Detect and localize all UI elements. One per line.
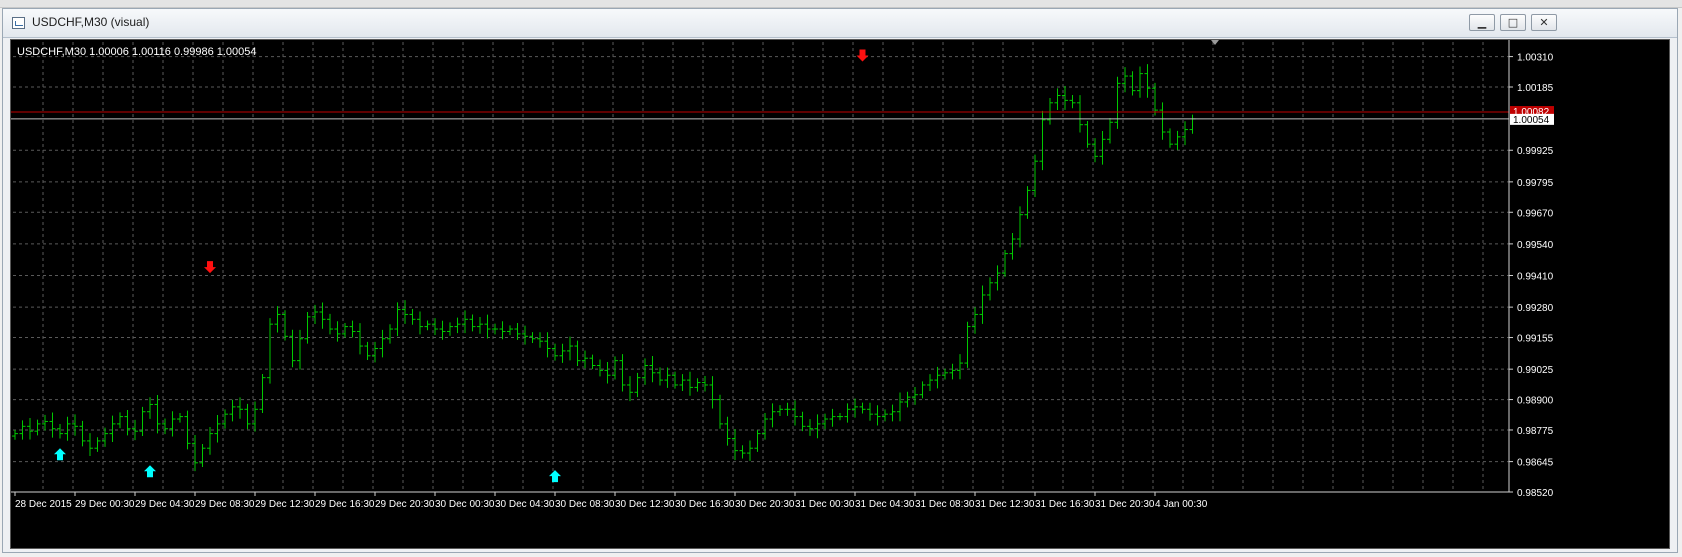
- y-tick-label: 1.00310: [1517, 53, 1554, 64]
- x-tick-label: 28 Dec 2015: [15, 499, 72, 510]
- x-tick-label: 30 Dec 20:30: [735, 499, 795, 510]
- x-tick-label: 31 Dec 08:30: [915, 499, 975, 510]
- y-tick-label: 0.99410: [1517, 272, 1554, 283]
- x-tick-label: 29 Dec 00:30: [75, 499, 135, 510]
- ask-price-label: 1.00054: [1513, 115, 1550, 126]
- y-tick-label: 0.99670: [1517, 208, 1554, 219]
- price-chart[interactable]: 1.00082 1.00054 1.00310 1.00185 0.99925 0.99…: [10, 39, 1670, 549]
- x-tick-label: 29 Dec 16:30: [315, 499, 375, 510]
- buy-arrow-icon: [549, 470, 561, 483]
- signal-arrows: [54, 49, 869, 483]
- x-tick-label: 4 Jan 00:30: [1155, 499, 1208, 510]
- sell-arrow-icon: [856, 49, 869, 62]
- desktop-strip: [0, 0, 1682, 8]
- chart-grid: [13, 42, 1509, 493]
- x-tick-label: 31 Dec 20:30: [1095, 499, 1155, 510]
- minimize-icon: ▁: [1477, 16, 1487, 29]
- x-tick-label: 30 Dec 00:30: [435, 499, 495, 510]
- x-tick-label: 31 Dec 12:30: [975, 499, 1035, 510]
- x-tick-label: 29 Dec 08:30: [195, 499, 255, 510]
- x-tick-label: 30 Dec 08:30: [555, 499, 615, 510]
- y-tick-label: 0.99025: [1517, 365, 1554, 376]
- buy-arrow-icon: [54, 448, 66, 461]
- window-title: USDCHF,M30 (visual): [32, 15, 150, 29]
- close-button[interactable]: ✕: [1531, 14, 1557, 31]
- y-tick-label: 0.99795: [1517, 178, 1554, 189]
- ohlc-bars: [12, 64, 1196, 472]
- chart-window[interactable]: USDCHF,M30 (visual) ▁ □ ✕ 1.00082 1.00054…: [2, 8, 1678, 553]
- sell-arrow-icon: [204, 261, 216, 274]
- window-titlebar[interactable]: USDCHF,M30 (visual) ▁ □ ✕: [3, 9, 1677, 38]
- x-tick-label: 31 Dec 16:30: [1035, 499, 1095, 510]
- x-tick-label: 31 Dec 04:30: [855, 499, 915, 510]
- x-tick-label: 30 Dec 12:30: [615, 499, 675, 510]
- chart-canvas[interactable]: 1.000821.00054 1.003101.001850.999250.99…: [11, 40, 1669, 548]
- y-tick-label: 0.98520: [1517, 488, 1554, 499]
- x-tick-label: 31 Dec 00:30: [795, 499, 855, 510]
- minimize-button[interactable]: ▁: [1469, 14, 1495, 31]
- y-tick-label: 0.98775: [1517, 426, 1554, 437]
- chart-shift-marker-icon[interactable]: [1211, 40, 1219, 45]
- y-tick-label: 0.98645: [1517, 458, 1554, 469]
- x-tick-label: 30 Dec 04:30: [495, 499, 555, 510]
- y-tick-label: 0.99540: [1517, 240, 1554, 251]
- chart-info-label: USDCHF,M30 1.00006 1.00116 0.99986 1.000…: [17, 46, 257, 58]
- maximize-button[interactable]: □: [1500, 14, 1526, 31]
- buy-arrow-icon: [144, 465, 156, 478]
- y-tick-label: 0.99280: [1517, 303, 1554, 314]
- time-axis: 28 Dec 2015 29 Dec 00:30 29 Dec 04:30 29 De…: [11, 491, 1509, 510]
- close-icon: ✕: [1539, 16, 1549, 29]
- x-tick-label: 29 Dec 04:30: [135, 499, 195, 510]
- chart-window-icon: [12, 17, 25, 29]
- x-tick-label: 29 Dec 20:30: [375, 499, 435, 510]
- y-tick-label: 0.99925: [1517, 146, 1554, 157]
- y-tick-label: 1.00185: [1517, 83, 1554, 94]
- restore-icon: □: [1507, 16, 1519, 29]
- x-tick-label: 29 Dec 12:30: [255, 499, 315, 510]
- x-tick-label: 30 Dec 16:30: [675, 499, 735, 510]
- y-tick-label: 0.98900: [1517, 396, 1554, 407]
- y-tick-label: 0.99155: [1517, 334, 1554, 345]
